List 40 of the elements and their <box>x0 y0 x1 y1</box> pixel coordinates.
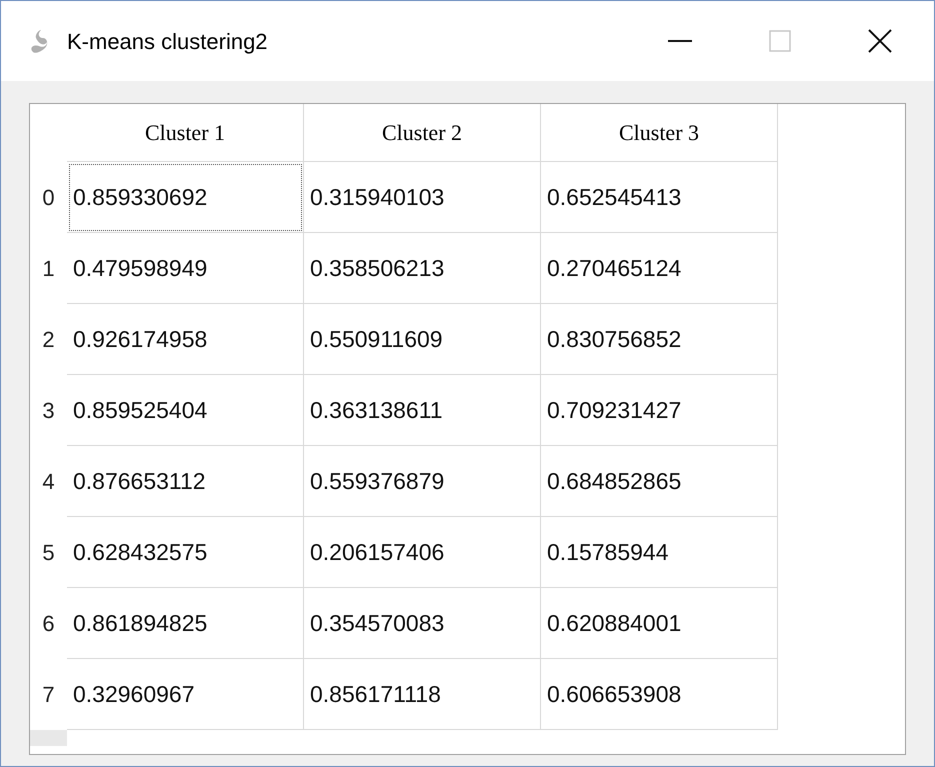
table-cell[interactable]: 0.15785944 <box>541 517 778 588</box>
row-header: 0 <box>41 184 56 212</box>
close-icon <box>868 29 892 53</box>
table-cell[interactable]: 0.606653908 <box>541 659 778 730</box>
row-header: 5 <box>41 539 56 567</box>
table-cell[interactable]: 0.709231427 <box>541 375 778 446</box>
table-cell[interactable]: 0.363138611 <box>304 375 541 446</box>
table-cell[interactable]: 0.859525404 <box>67 375 304 446</box>
table-cell[interactable]: 0.859330692 <box>67 162 304 233</box>
column-header[interactable]: Cluster 3 <box>541 104 778 162</box>
table-cell[interactable]: 0.270465124 <box>541 233 778 304</box>
table-cell[interactable]: 0.652545413 <box>541 162 778 233</box>
row-header: 7 <box>41 681 56 709</box>
table-cell[interactable]: 0.628432575 <box>67 517 304 588</box>
column-header[interactable]: Cluster 1 <box>67 104 304 162</box>
table-cell[interactable]: 0.830756852 <box>541 304 778 375</box>
table-cell[interactable]: 0.684852865 <box>541 446 778 517</box>
table-cell[interactable]: 0.926174958 <box>67 304 304 375</box>
table-cell[interactable]: 0.620884001 <box>541 588 778 659</box>
row-header: 6 <box>41 610 56 638</box>
minimize-icon <box>668 40 692 42</box>
table-cell[interactable]: 0.354570083 <box>304 588 541 659</box>
table-cell[interactable]: 0.861894825 <box>67 588 304 659</box>
row-header: 2 <box>41 326 56 354</box>
table-cell[interactable]: 0.358506213 <box>304 233 541 304</box>
row-header: 4 <box>41 468 56 496</box>
table-cell[interactable]: 0.479598949 <box>67 233 304 304</box>
window-title: K-means clustering2 <box>67 28 268 56</box>
table-cell[interactable]: 0.550911609 <box>304 304 541 375</box>
column-header[interactable]: Cluster 2 <box>304 104 541 162</box>
table-cell[interactable]: 0.206157406 <box>304 517 541 588</box>
row-header: 1 <box>41 255 56 283</box>
corner-block <box>30 730 67 746</box>
table-cell[interactable]: 0.32960967 <box>67 659 304 730</box>
maximize-icon <box>769 30 791 52</box>
table-cell[interactable]: 0.315940103 <box>304 162 541 233</box>
table-cell[interactable]: 0.559376879 <box>304 446 541 517</box>
table-cell[interactable]: 0.856171118 <box>304 659 541 730</box>
table-cell[interactable]: 0.876653112 <box>67 446 304 517</box>
row-header: 3 <box>41 397 56 425</box>
